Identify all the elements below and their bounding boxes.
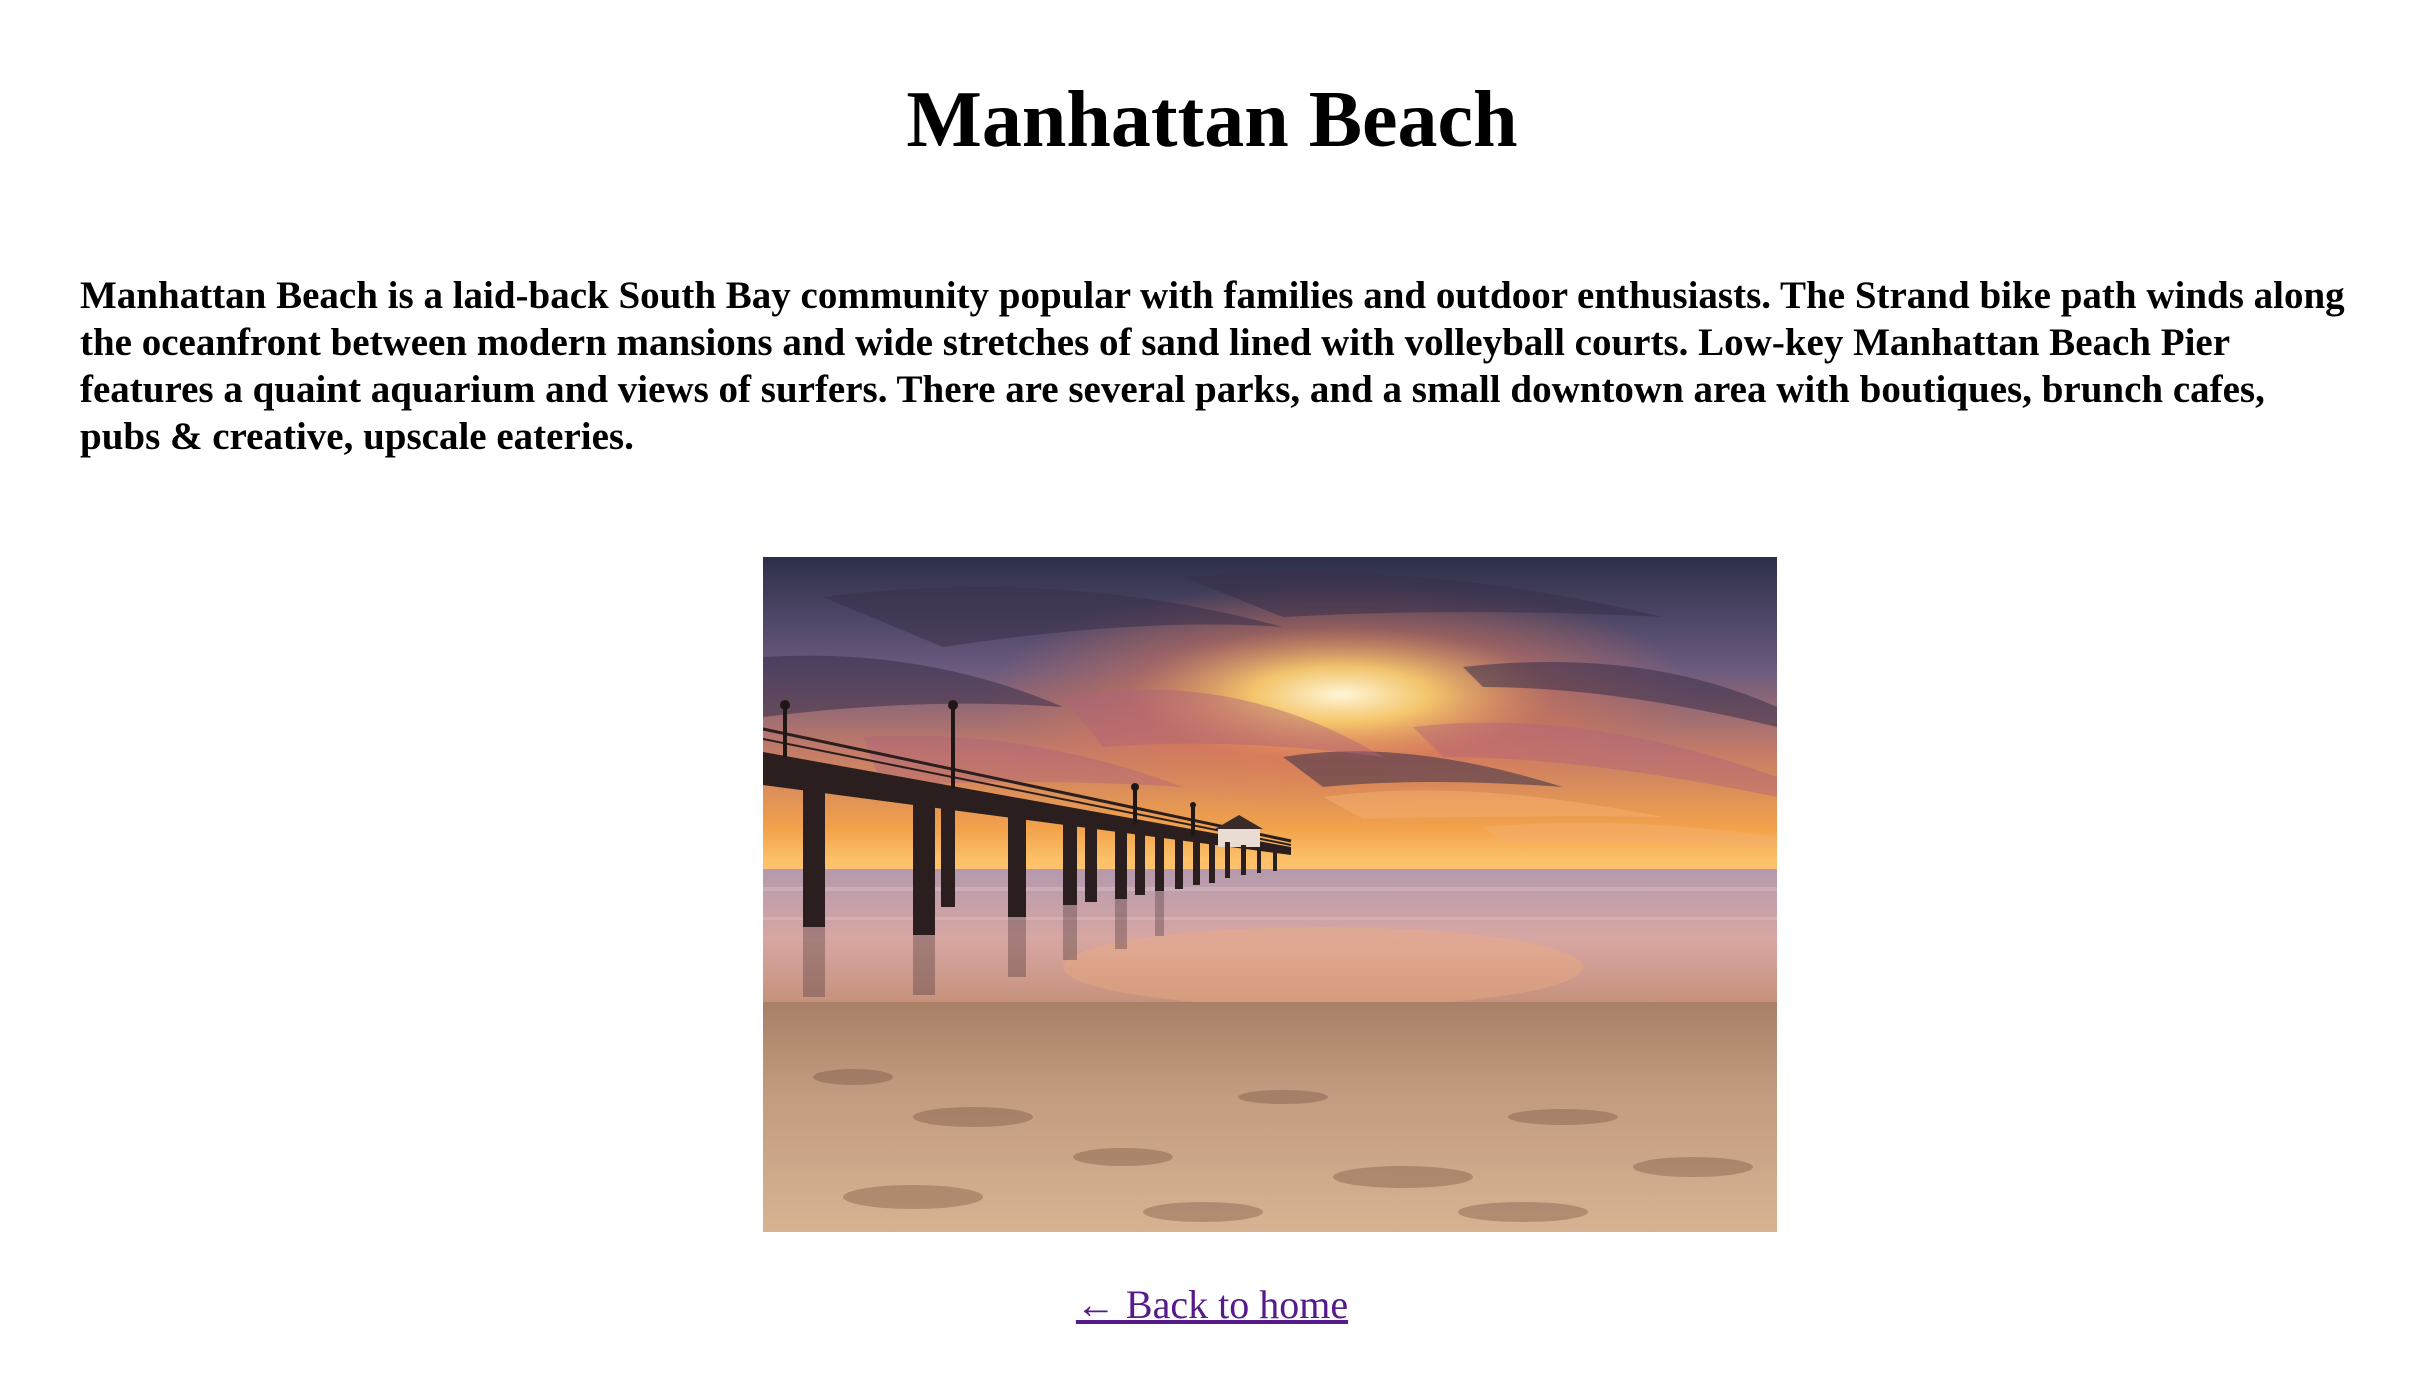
page-description: Manhattan Beach is a laid-back South Bay… [80, 274, 2345, 458]
back-link-container: ← Back to home [0, 1280, 2424, 1330]
pier-sunset-photo [763, 557, 1777, 1232]
back-to-home-link[interactable]: ← Back to home [1076, 1282, 1348, 1327]
page-title: Manhattan Beach [906, 76, 1518, 164]
